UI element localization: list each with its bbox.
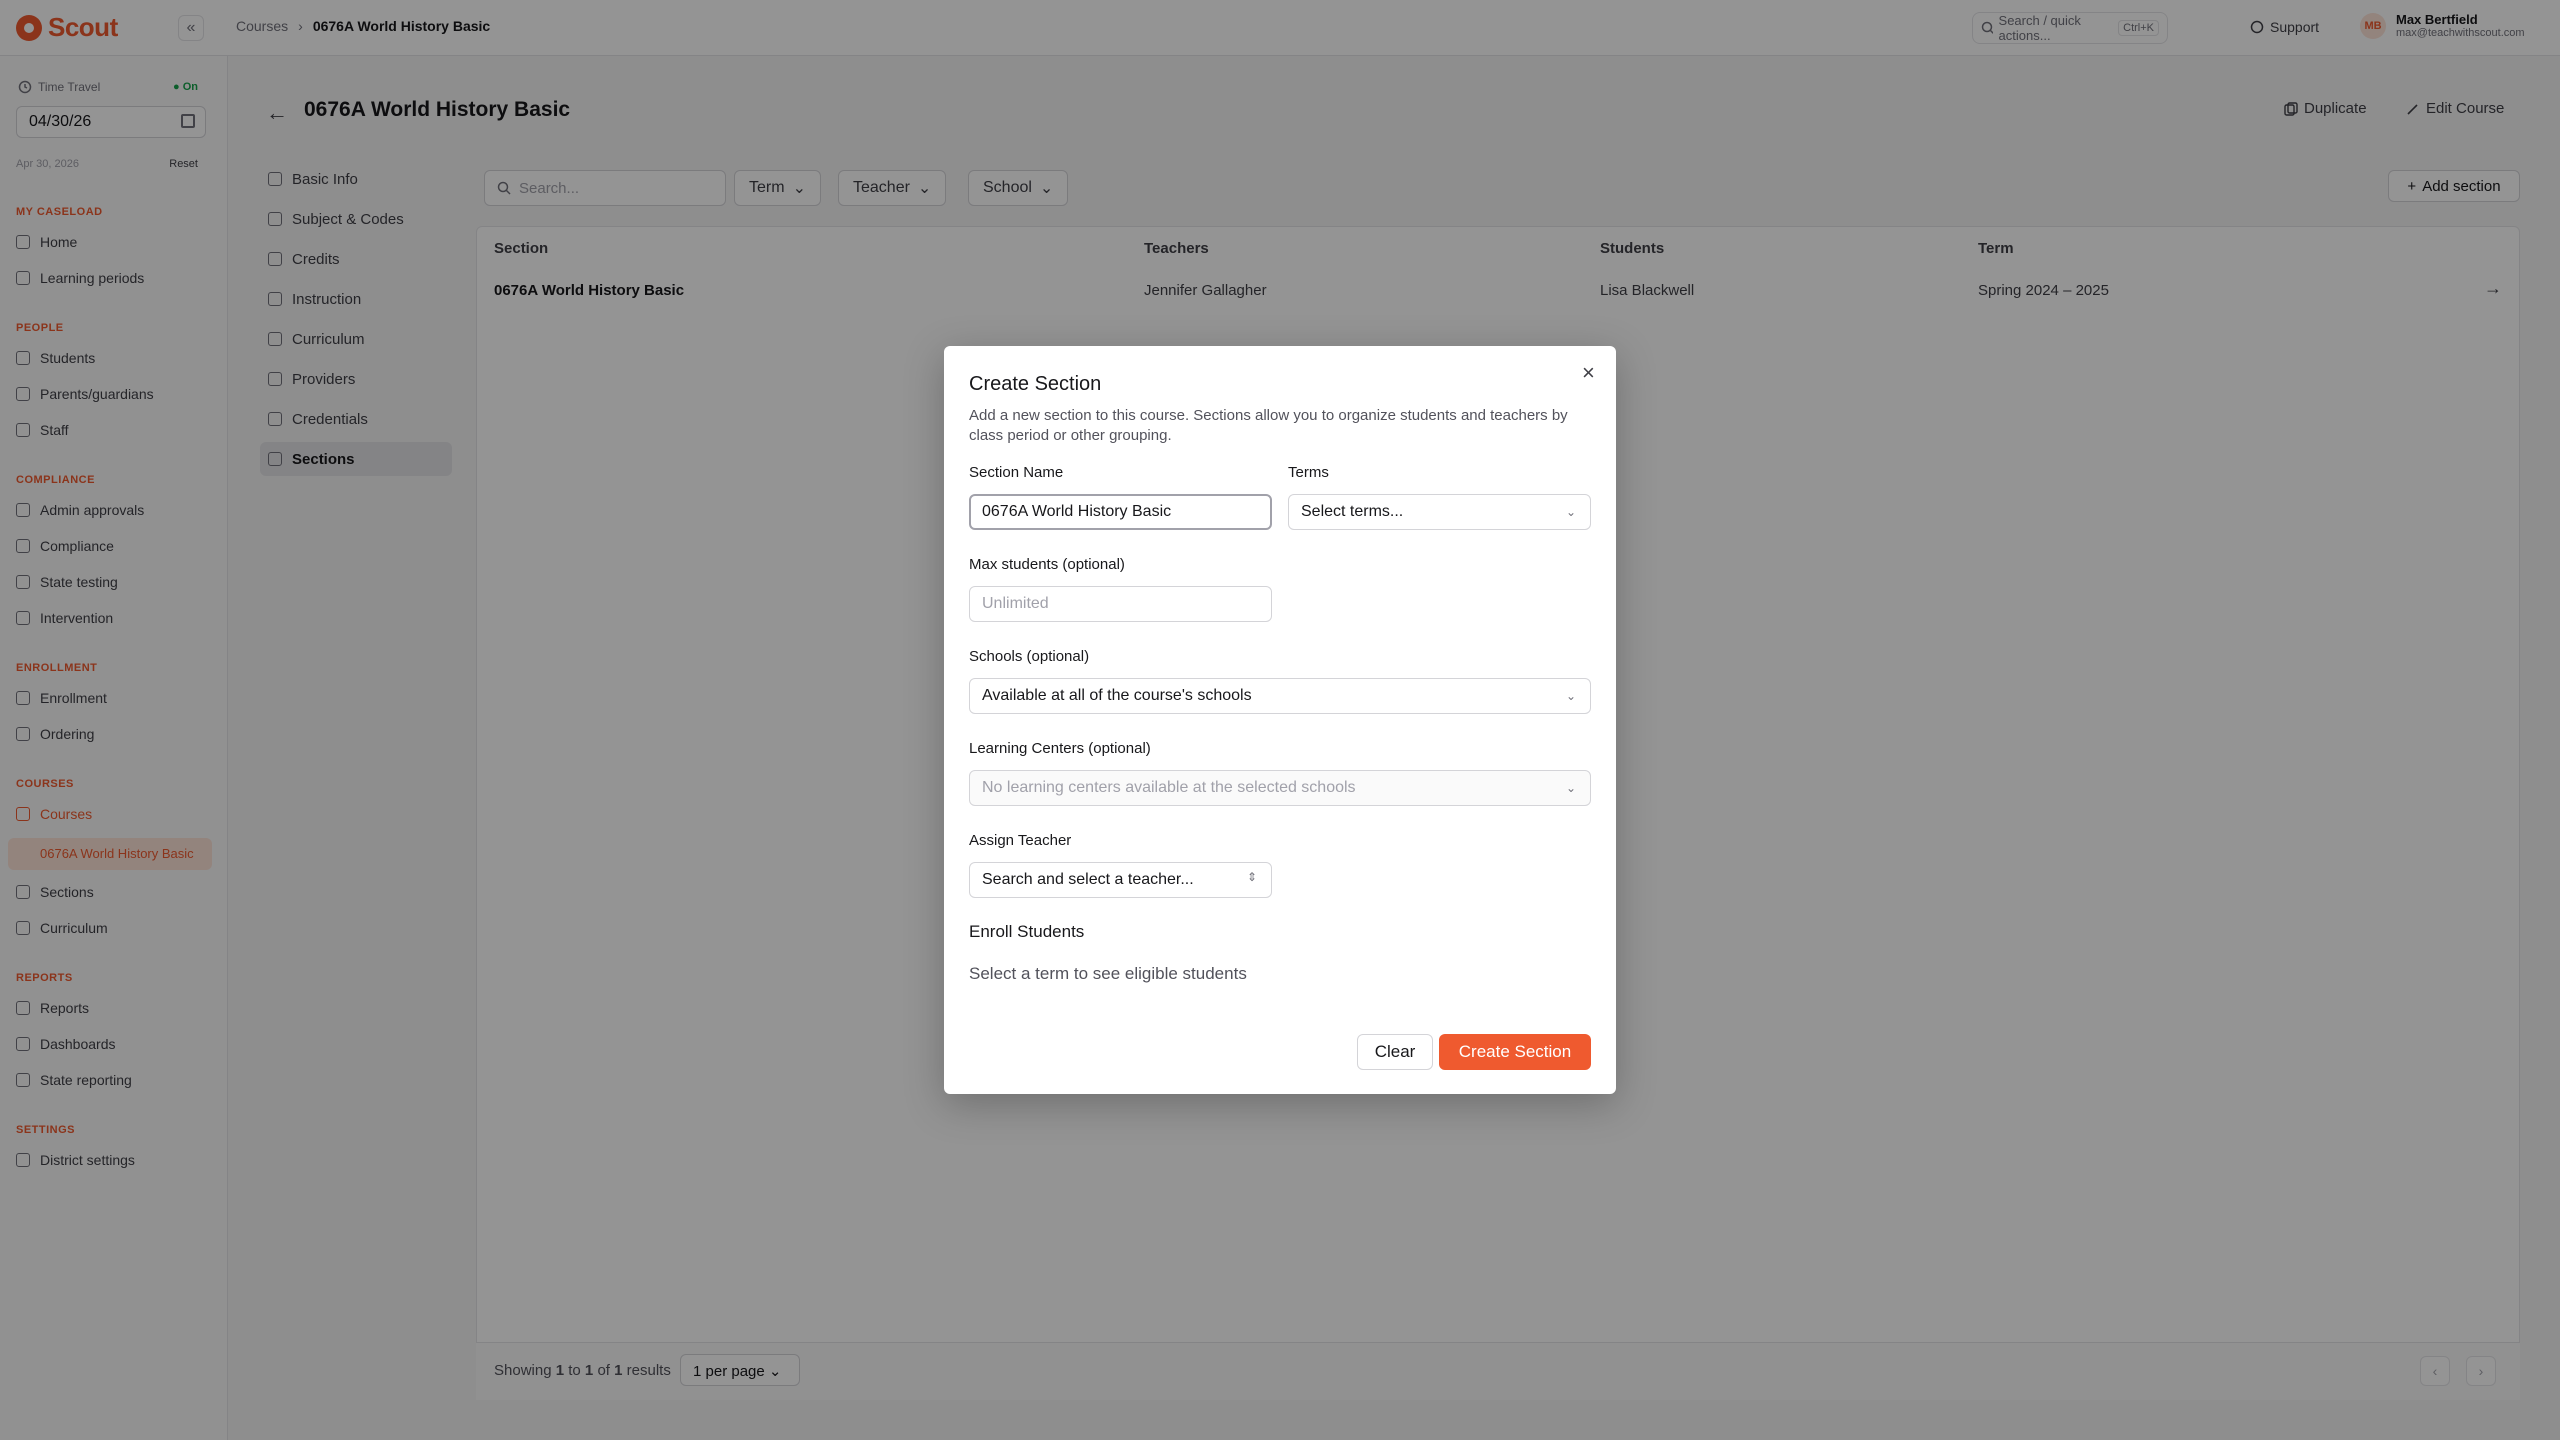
enroll-students-note: Select a term to see eligible students	[969, 964, 1247, 983]
chevron-up-down-icon: ⇕	[1246, 870, 1257, 884]
chevron-down-icon: ⌄	[1565, 689, 1576, 703]
assign-teacher-placeholder: Search and select a teacher...	[982, 871, 1194, 888]
schools-label: Schools (optional)	[969, 648, 1090, 665]
assign-teacher-combobox[interactable]: Search and select a teacher... ⇕	[969, 862, 1272, 898]
chevron-down-icon: ⌄	[1565, 505, 1576, 519]
terms-select[interactable]: Select terms... ⌄	[1288, 494, 1591, 530]
dialog-description: Add a new section to this course. Sectio…	[969, 407, 1568, 444]
section-name-label: Section Name	[969, 464, 1064, 481]
assign-teacher-label: Assign Teacher	[969, 832, 1072, 849]
enroll-students-heading: Enroll Students	[969, 922, 1085, 941]
terms-placeholder: Select terms...	[1301, 503, 1404, 520]
schools-value: Available at all of the course's schools	[982, 687, 1252, 704]
create-section-button[interactable]: Create Section	[1439, 1034, 1591, 1070]
terms-label: Terms	[1288, 464, 1329, 481]
schools-select[interactable]: Available at all of the course's schools…	[969, 678, 1591, 714]
max-students-input[interactable]: Unlimited	[969, 586, 1272, 622]
learning-centers-value: No learning centers available at the sel…	[982, 779, 1356, 796]
close-icon[interactable]: ×	[1582, 360, 1595, 386]
max-students-label: Max students (optional)	[969, 556, 1125, 573]
chevron-down-icon: ⌄	[1565, 781, 1576, 795]
dialog-title: Create Section	[969, 373, 1102, 395]
section-name-input[interactable]: 0676A World History Basic	[969, 494, 1272, 530]
clear-button[interactable]: Clear	[1357, 1034, 1433, 1070]
learning-centers-label: Learning Centers (optional)	[969, 740, 1151, 757]
learning-centers-select: No learning centers available at the sel…	[969, 770, 1591, 806]
